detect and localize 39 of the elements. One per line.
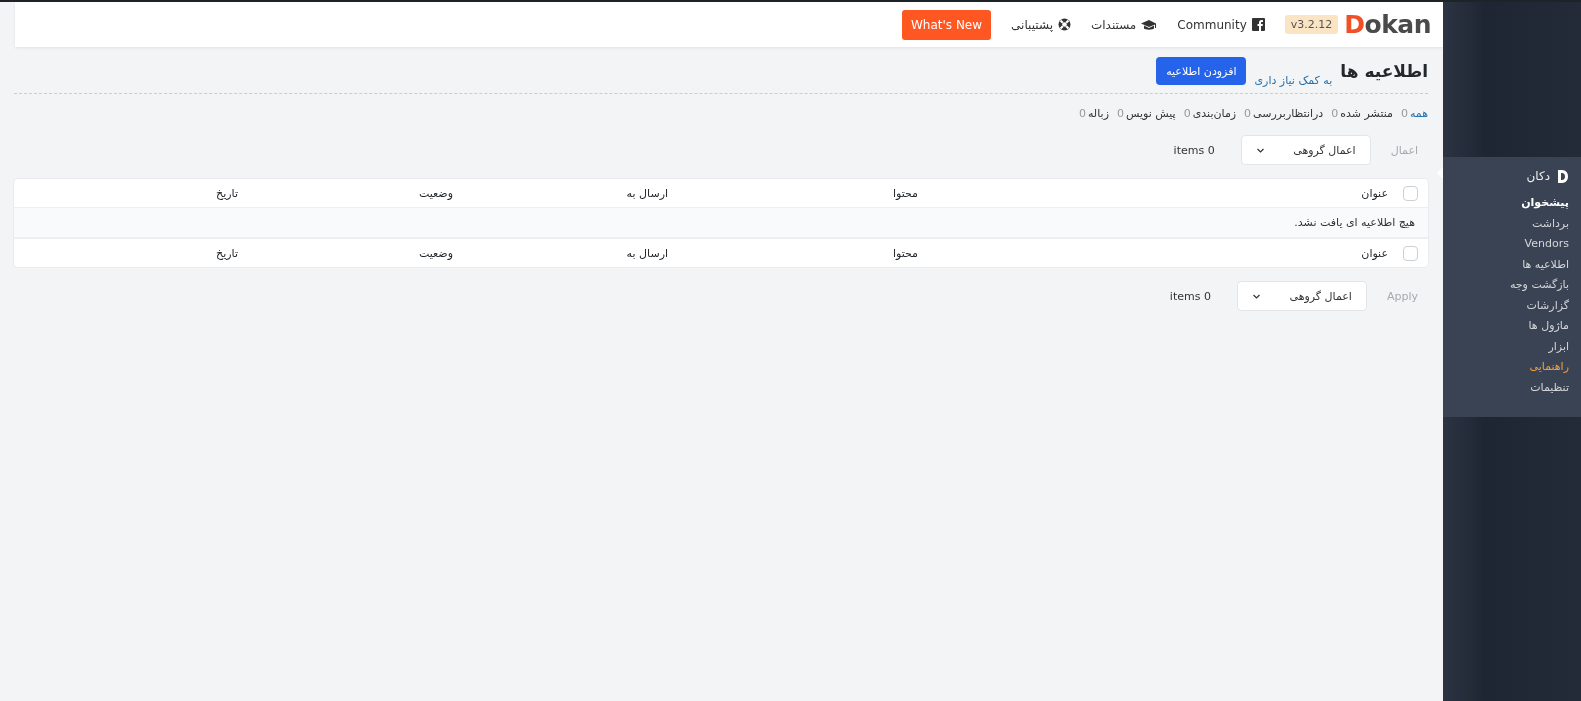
menu-item[interactable]: پیشخوان [1443,193,1569,214]
column-header[interactable]: وضعیت [238,246,453,260]
column-header[interactable]: محتوا [668,246,918,260]
checkbox[interactable] [1403,185,1418,201]
menu-item[interactable]: ماژول ها [1443,316,1569,337]
menu-item[interactable]: Vendors [1443,234,1569,255]
page-title: اطلاعیه ها [1340,61,1428,81]
facebook-icon [1251,18,1265,31]
column-header[interactable]: ارسال به [453,246,668,260]
graduation-cap-icon [1141,18,1158,31]
dokan-icon [1556,168,1569,184]
lifebuoy-icon [1058,18,1071,31]
item-count: items 0 [1169,289,1211,303]
empty-message: هیچ اطلاعیه ای یافت نشد. [1294,216,1415,229]
column-header[interactable]: وضعیت [238,186,453,200]
header-link[interactable]: پشتیبانی [1011,17,1071,32]
column-header[interactable]: تاریخ [14,186,238,200]
menu-item[interactable]: بازگشت وجه [1443,275,1569,296]
menu-item[interactable]: گزارشات [1443,295,1569,316]
pointer-icon [1437,167,1443,179]
menu-title[interactable]: دکان [1526,169,1550,183]
checkbox[interactable] [1403,245,1418,261]
menu-item[interactable]: راهنمایی [1443,357,1569,378]
menu-item[interactable]: اطلاعیه ها [1443,254,1569,275]
version-badge: v3.2.12 [1284,15,1339,34]
item-count: items 0 [1173,143,1215,157]
column-header[interactable]: محتوا [668,186,918,200]
menu-item[interactable]: تنظیمات [1443,377,1569,398]
header-link[interactable]: Community [1177,17,1265,32]
help-link[interactable]: به کمک نیاز داری [1254,74,1333,87]
menu-item[interactable]: برداشت [1443,213,1569,234]
column-header[interactable]: ارسال به [453,186,668,200]
add-notice-button[interactable]: افزودن اطلاعیه [1156,57,1247,85]
logo[interactable]: Dokan [1344,10,1431,39]
column-header[interactable]: عنوان [918,186,1388,200]
column-header[interactable]: عنوان [918,246,1388,260]
menu-item[interactable]: ابزار [1443,336,1569,357]
header-link[interactable]: مستندات [1091,17,1158,32]
column-header[interactable]: تاریخ [14,246,238,260]
